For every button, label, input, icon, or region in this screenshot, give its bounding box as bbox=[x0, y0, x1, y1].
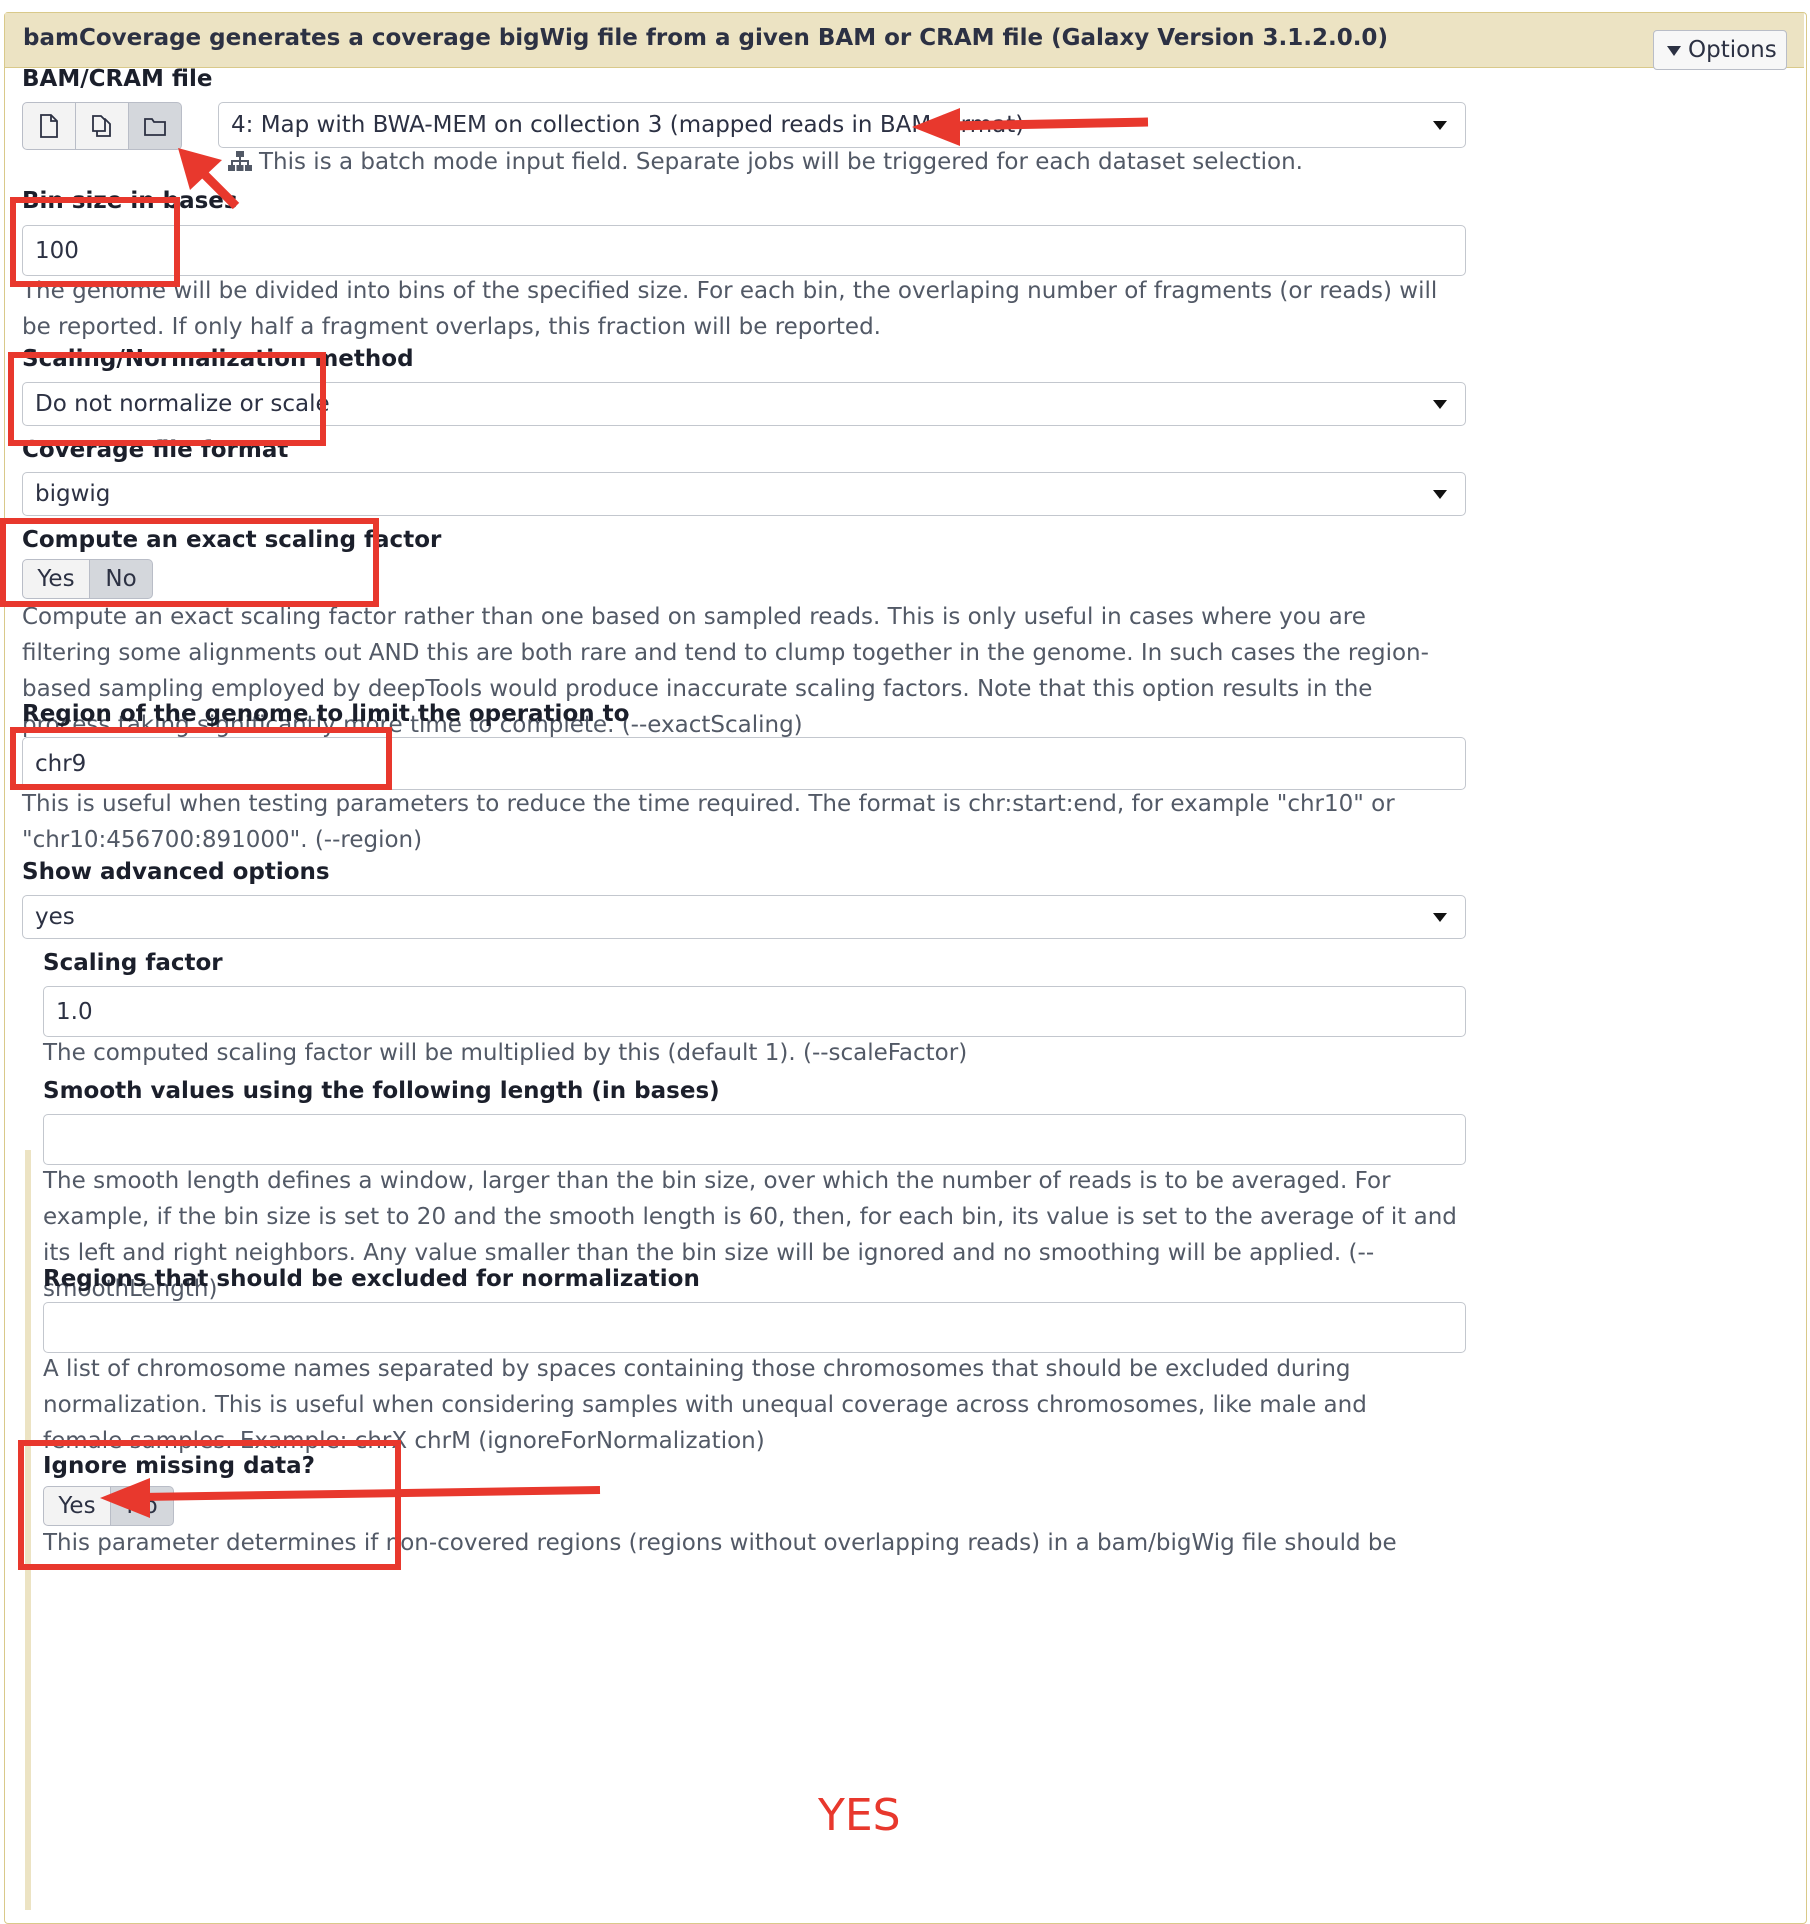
arrow-to-collection-button bbox=[178, 148, 240, 210]
annotation-yes-text: YES bbox=[818, 1790, 901, 1841]
annotation-arrows bbox=[100, 108, 1149, 1518]
arrow-to-ignore-missing-yes bbox=[100, 1478, 601, 1518]
arrow-to-dataset-select bbox=[912, 108, 1149, 146]
